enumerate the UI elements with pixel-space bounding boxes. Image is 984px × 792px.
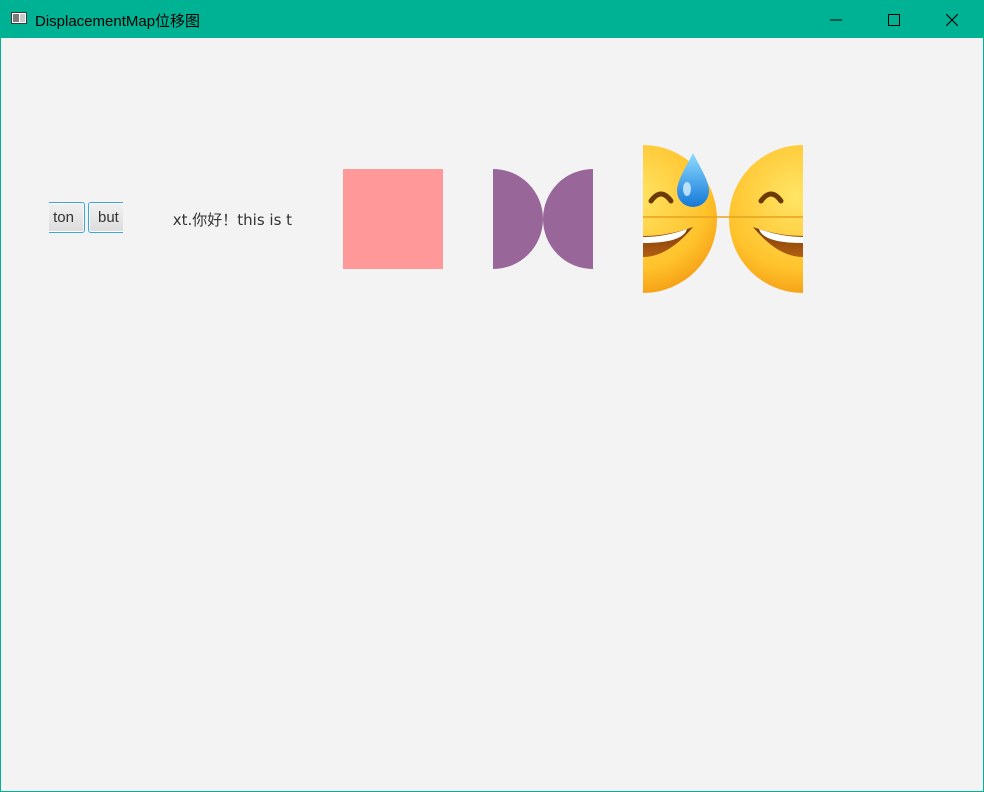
minimize-icon xyxy=(830,19,842,20)
close-icon xyxy=(946,13,958,26)
displaced-button-group: ton but xyxy=(49,202,123,236)
maximize-button[interactable] xyxy=(865,1,923,38)
title-bar[interactable]: DisplacementMap位移图 xyxy=(1,1,983,38)
pink-rectangle xyxy=(343,169,443,269)
minimize-button[interactable] xyxy=(807,1,865,38)
displaced-text-container: this is text.你好！this is te xyxy=(169,209,293,231)
app-window-icon xyxy=(11,12,27,24)
maximize-icon xyxy=(888,13,900,26)
button-2[interactable]: but xyxy=(88,202,123,233)
button-1[interactable]: ton xyxy=(49,202,85,233)
content-pane: ton but this is text.你好！this is te xyxy=(1,38,983,791)
grinning-face-with-sweat-icon xyxy=(643,145,803,293)
close-button[interactable] xyxy=(923,1,981,38)
displaced-circle-bowtie xyxy=(493,169,593,269)
app-window: DisplacementMap位移图 ton but this is text. xyxy=(0,0,984,792)
displaced-text: this is text.你好！this is te xyxy=(172,211,293,229)
window-title: DisplacementMap位移图 xyxy=(35,13,201,30)
